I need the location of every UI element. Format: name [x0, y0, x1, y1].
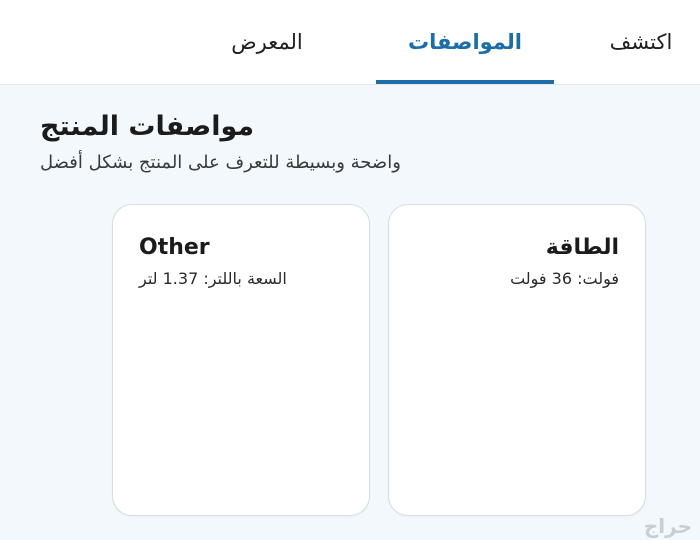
spec-cards: الطاقة فولت: 36 فولت Other السعة باللتر:…	[0, 204, 700, 520]
section-title: مواصفات المنتج	[40, 111, 255, 142]
spec-card-title: الطاقة	[545, 235, 619, 260]
spec-card-value: السعة باللتر: 1.37 لتر	[139, 269, 287, 288]
top-tab-bar: اكتشف المواصفات المعرض	[0, 0, 700, 85]
spec-card-value: فولت: 36 فولت	[510, 269, 619, 288]
section-subtitle: واضحة وبسيطة للتعرف على المنتج بشكل أفضل	[40, 152, 401, 173]
haraj-watermark: حراج	[643, 514, 692, 538]
spec-card-other: Other السعة باللتر: 1.37 لتر	[112, 204, 370, 516]
active-tab-indicator	[376, 80, 554, 84]
tab-gallery[interactable]: المعرض	[182, 0, 352, 84]
tab-specifications[interactable]: المواصفات	[376, 0, 554, 84]
spec-card-power: الطاقة فولت: 36 فولت	[388, 204, 646, 516]
spec-card-title: Other	[139, 235, 210, 260]
section-header: مواصفات المنتج واضحة وبسيطة للتعرف على ا…	[0, 106, 700, 178]
tab-discover[interactable]: اكتشف	[582, 0, 700, 84]
